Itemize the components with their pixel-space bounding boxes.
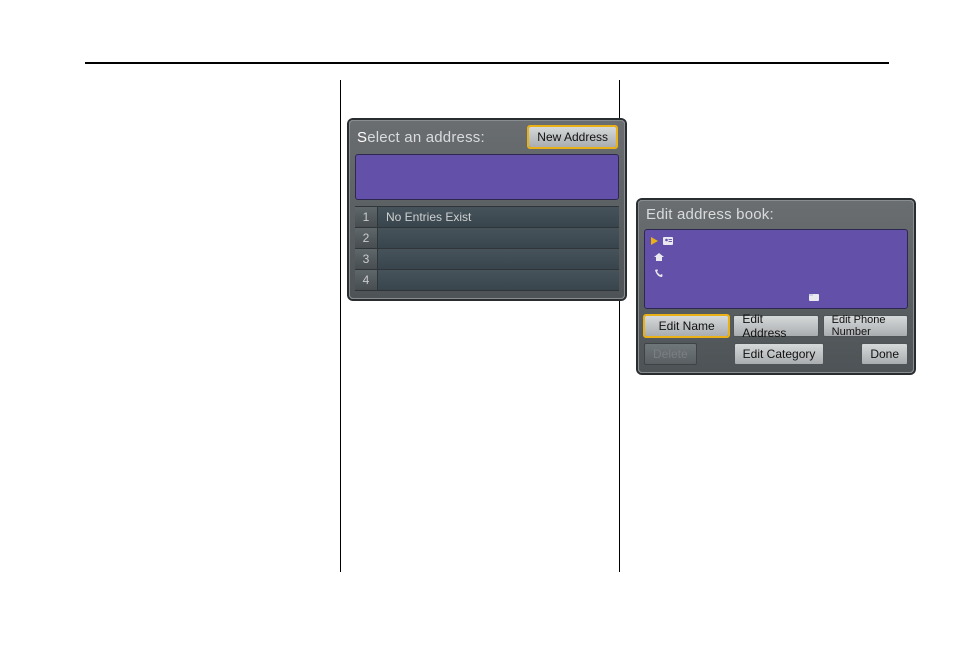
edit-address-button[interactable]: Edit Address xyxy=(733,315,818,337)
delete-button: Delete xyxy=(644,343,697,365)
address-list-text xyxy=(378,270,619,290)
address-list-index: 3 xyxy=(355,249,378,269)
edit-button-row: Edit Name Edit Address Edit Phone Number xyxy=(644,315,908,337)
column-left xyxy=(85,80,335,572)
address-list-row[interactable]: 1 No Entries Exist xyxy=(355,207,619,228)
column-middle: Select an address: New Address 1 No Entr… xyxy=(340,80,620,572)
address-detail-display xyxy=(644,229,908,309)
cursor-icon xyxy=(651,237,658,245)
category-icon xyxy=(808,292,820,302)
edit-name-button[interactable]: Edit Name xyxy=(644,315,729,337)
address-list-text: No Entries Exist xyxy=(378,207,619,227)
column-right: Edit address book: xyxy=(630,80,910,572)
page-top-rule xyxy=(85,62,889,64)
select-address-title: Select an address: xyxy=(357,129,485,146)
new-address-button[interactable]: New Address xyxy=(528,126,617,148)
person-icon xyxy=(662,236,674,246)
phone-icon xyxy=(653,268,665,278)
select-address-title-hotkey: S xyxy=(357,129,367,146)
address-list-index: 4 xyxy=(355,270,378,290)
address-list-text xyxy=(378,249,619,269)
select-address-panel: Select an address: New Address 1 No Entr… xyxy=(349,120,625,299)
address-list-index: 2 xyxy=(355,228,378,248)
edit-address-book-panel: Edit address book: xyxy=(638,200,914,373)
address-list-row[interactable]: 3 xyxy=(355,249,619,270)
done-button[interactable]: Done xyxy=(861,343,908,365)
select-address-title-rest: elect an address: xyxy=(367,129,485,146)
address-list-row[interactable]: 2 xyxy=(355,228,619,249)
edit-phone-button[interactable]: Edit Phone Number xyxy=(823,315,908,337)
edit-address-book-title: Edit address book: xyxy=(646,206,774,223)
action-button-row: Delete Edit Category Done xyxy=(644,343,908,365)
address-list-text xyxy=(378,228,619,248)
address-list-row[interactable]: 4 xyxy=(355,270,619,291)
address-list-index: 1 xyxy=(355,207,378,227)
address-list: 1 No Entries Exist 2 3 4 xyxy=(355,206,619,291)
house-icon xyxy=(653,252,665,262)
selected-address-display xyxy=(355,154,619,200)
edit-category-button[interactable]: Edit Category xyxy=(734,343,825,365)
